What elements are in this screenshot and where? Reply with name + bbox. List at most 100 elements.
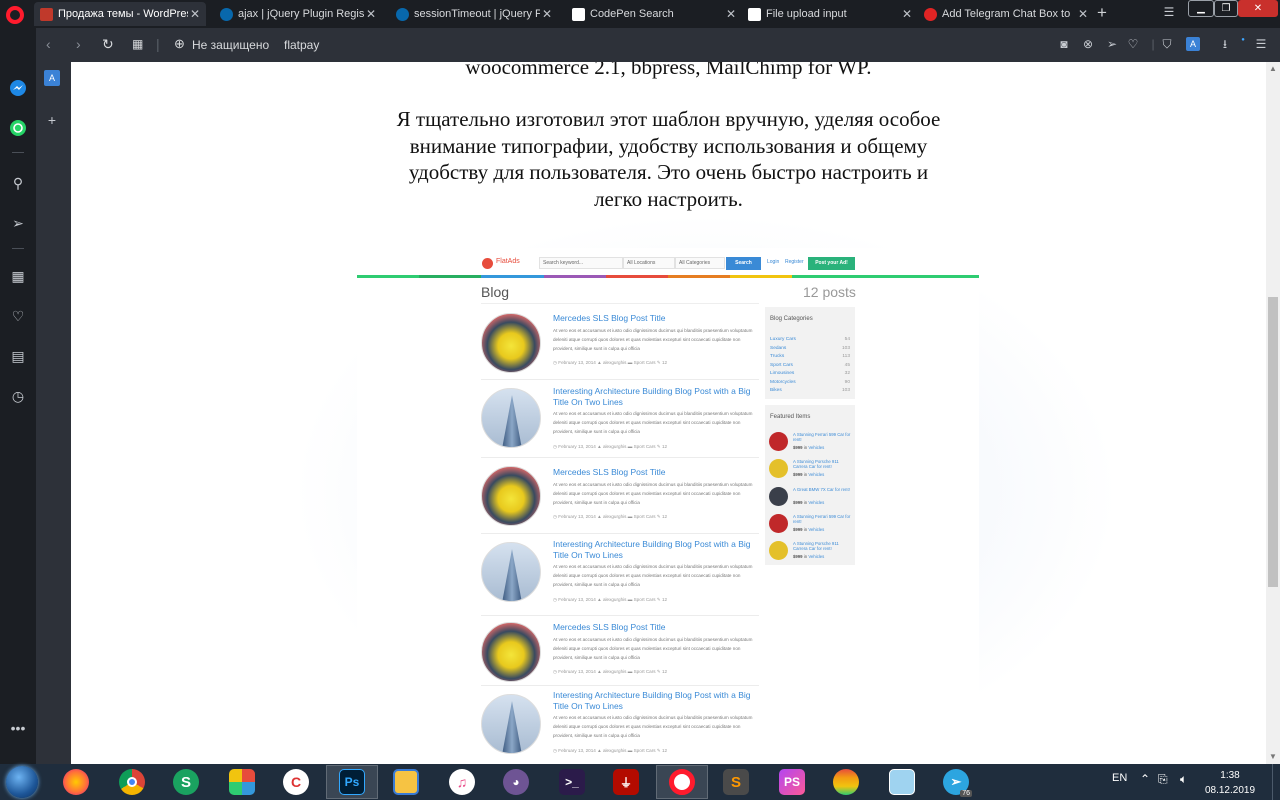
preview-post-excerpt: At vero eos et accusamus et iusto odio d…	[553, 715, 753, 738]
preview-post-excerpt: At vero eos et accusamus et iusto odio d…	[553, 637, 753, 660]
preview-post-excerpt: At vero eos et accusamus et iusto odio d…	[553, 411, 753, 434]
itunes-taskbar-icon[interactable]: ♫	[436, 765, 488, 799]
featured-price-value: $999	[793, 445, 803, 450]
add-panel-plus-icon[interactable]: +	[42, 110, 62, 130]
apps-taskbar-icon[interactable]	[216, 765, 268, 799]
tabs-grid-icon[interactable]: ▦	[132, 37, 143, 51]
close-icon[interactable]: ✕	[364, 2, 378, 26]
forward-arrow-icon[interactable]: ›	[76, 36, 81, 52]
preview-post-excerpt: At vero eos et accusamus et iusto odio d…	[553, 482, 753, 505]
description-line: Я тщательно изготовил этот шаблон вручну…	[396, 107, 941, 131]
sublime-taskbar-icon[interactable]: S	[710, 765, 762, 799]
separator: |	[1151, 37, 1155, 51]
featured-in: in	[803, 527, 808, 532]
ccleaner-taskbar-icon[interactable]: C	[270, 765, 322, 799]
tab-wordpress[interactable]: Продажа темы - WordPress ✕	[34, 2, 206, 26]
telegram-taskbar-icon[interactable]: ➢ 76	[930, 765, 982, 799]
easy-setup-icon[interactable]: ☰	[1254, 37, 1268, 51]
tray-chevron-up-icon[interactable]: ⌃	[1140, 772, 1150, 786]
tab-menu-icon[interactable]: ☰	[1162, 5, 1176, 19]
tab-session-timeout[interactable]: sessionTimeout | jQuery Plugin ✕	[390, 2, 558, 26]
jquery-favicon-icon	[220, 7, 233, 21]
tab-codepen[interactable]: CodePen Search ✕	[566, 2, 742, 26]
globe-icon: ⊕	[174, 36, 185, 51]
back-arrow-icon[interactable]: ‹	[46, 36, 51, 52]
rainbow-app-taskbar-icon[interactable]	[820, 765, 872, 799]
send-icon[interactable]: ➢	[1105, 37, 1119, 51]
tab-ajax[interactable]: ajax | jQuery Plugin Registry ✕	[214, 2, 382, 26]
category-count: 32	[844, 371, 850, 376]
pdf-reader-taskbar-icon[interactable]: ⏚	[600, 765, 652, 799]
opera-logo-icon[interactable]	[6, 6, 24, 24]
close-icon[interactable]: ✕	[188, 2, 202, 26]
post-date: February 13, 2014	[558, 597, 596, 602]
reload-icon[interactable]: ↻	[102, 36, 114, 53]
jquery-favicon-icon	[396, 7, 409, 21]
language-indicator[interactable]: EN	[1112, 772, 1127, 784]
windows-start-button[interactable]	[6, 766, 38, 798]
opera-sidebar: ⚲ ➢ ▦ ♡ ▤ ◷ •••	[0, 28, 36, 764]
history-clock-icon[interactable]: ◷	[8, 386, 28, 406]
featured-title: A Stunning Porsche 911 Carrera Car for r…	[793, 459, 839, 469]
github-taskbar-icon[interactable]: ◕	[490, 765, 542, 799]
camera-icon[interactable]: ◙	[1057, 37, 1071, 51]
preview-post-meta: ◷ February 13, 2014 ▲ alexgurghis ▬ Spor…	[553, 748, 668, 753]
tab-label: ajax | jQuery Plugin Registry	[238, 8, 364, 20]
download-icon[interactable]: ⭳	[1218, 37, 1232, 51]
notes-taskbar-icon[interactable]	[876, 765, 928, 799]
block-icon[interactable]: ⊗	[1081, 37, 1095, 51]
files-taskbar-icon[interactable]	[380, 765, 432, 799]
scroll-down-arrow-icon[interactable]: ▼	[1266, 750, 1280, 764]
more-dots-icon[interactable]: •••	[8, 718, 28, 738]
chrome-taskbar-icon[interactable]	[106, 765, 158, 799]
heart-icon[interactable]: ♡	[1126, 37, 1140, 51]
opera-taskbar-icon[interactable]	[656, 765, 708, 799]
news-icon[interactable]: ▤	[8, 346, 28, 366]
network-icon[interactable]: ⎘	[1158, 772, 1168, 787]
close-icon[interactable]: ✕	[1076, 2, 1090, 26]
scroll-up-arrow-icon[interactable]: ▲	[1266, 62, 1280, 76]
post-comments: 12	[661, 360, 668, 365]
page-scrollbar[interactable]: ▲ ▼	[1266, 62, 1280, 764]
featured-title: A Great BMW 7X Car for rent!	[793, 487, 850, 492]
page-content: woocommerce 2.1, bbpress, MailChimp for …	[71, 62, 1266, 764]
maximize-button[interactable]: ❐	[1214, 0, 1238, 17]
security-label[interactable]: Не защищено	[192, 38, 269, 52]
tab-file-upload[interactable]: File upload input ✕	[742, 2, 918, 26]
send-icon[interactable]: ➢	[8, 213, 28, 233]
minimize-button[interactable]: ▁	[1188, 0, 1214, 17]
show-desktop-button[interactable]	[1272, 764, 1280, 800]
phpstorm-taskbar-icon[interactable]: PS	[766, 765, 818, 799]
terminal-taskbar-icon[interactable]: >_	[546, 765, 598, 799]
translate-panel-icon[interactable]: A	[44, 70, 60, 86]
close-window-button[interactable]: ✕	[1238, 0, 1278, 17]
messenger-icon[interactable]	[8, 78, 28, 98]
search-icon[interactable]: ⚲	[8, 173, 28, 193]
shield-icon[interactable]: ⛉	[1160, 37, 1174, 51]
heart-icon[interactable]: ♡	[8, 306, 28, 326]
tab-telegram-chat[interactable]: Add Telegram Chat Box to ✕	[918, 2, 1094, 26]
preview-blog-title: Blog	[481, 284, 510, 300]
translate-extension-icon[interactable]: A	[1186, 37, 1200, 51]
clock-date: 08.12.2019	[1204, 785, 1256, 796]
whatsapp-icon[interactable]	[8, 118, 28, 138]
featured-price: $999 in Vehicles	[793, 445, 824, 450]
system-clock[interactable]: 1:38 08.12.2019	[1200, 768, 1260, 798]
s-app-taskbar-icon[interactable]: S	[160, 765, 212, 799]
tab-label: Продажа темы - WordPress	[58, 8, 188, 20]
scrollbar-thumb[interactable]	[1268, 297, 1278, 587]
close-icon[interactable]: ✕	[724, 2, 738, 26]
close-icon[interactable]: ✕	[900, 2, 914, 26]
new-tab-plus-icon[interactable]: +	[1097, 4, 1107, 22]
category-count: 90	[844, 379, 850, 385]
featured-in: in	[803, 554, 808, 559]
photoshop-taskbar-icon[interactable]: Ps	[326, 765, 378, 799]
speed-dial-icon[interactable]: ▦	[8, 266, 28, 286]
volume-icon[interactable]: 🔈︎	[1180, 772, 1187, 787]
url-text[interactable]: flatpay	[284, 38, 319, 52]
close-icon[interactable]: ✕	[540, 2, 554, 26]
preview-post-item: Interesting Architecture Building Blog P…	[481, 534, 759, 616]
firefox-taskbar-icon[interactable]	[50, 765, 102, 799]
car-thumbnail	[481, 622, 541, 682]
featured-price: $999 in Vehicles	[793, 500, 824, 505]
